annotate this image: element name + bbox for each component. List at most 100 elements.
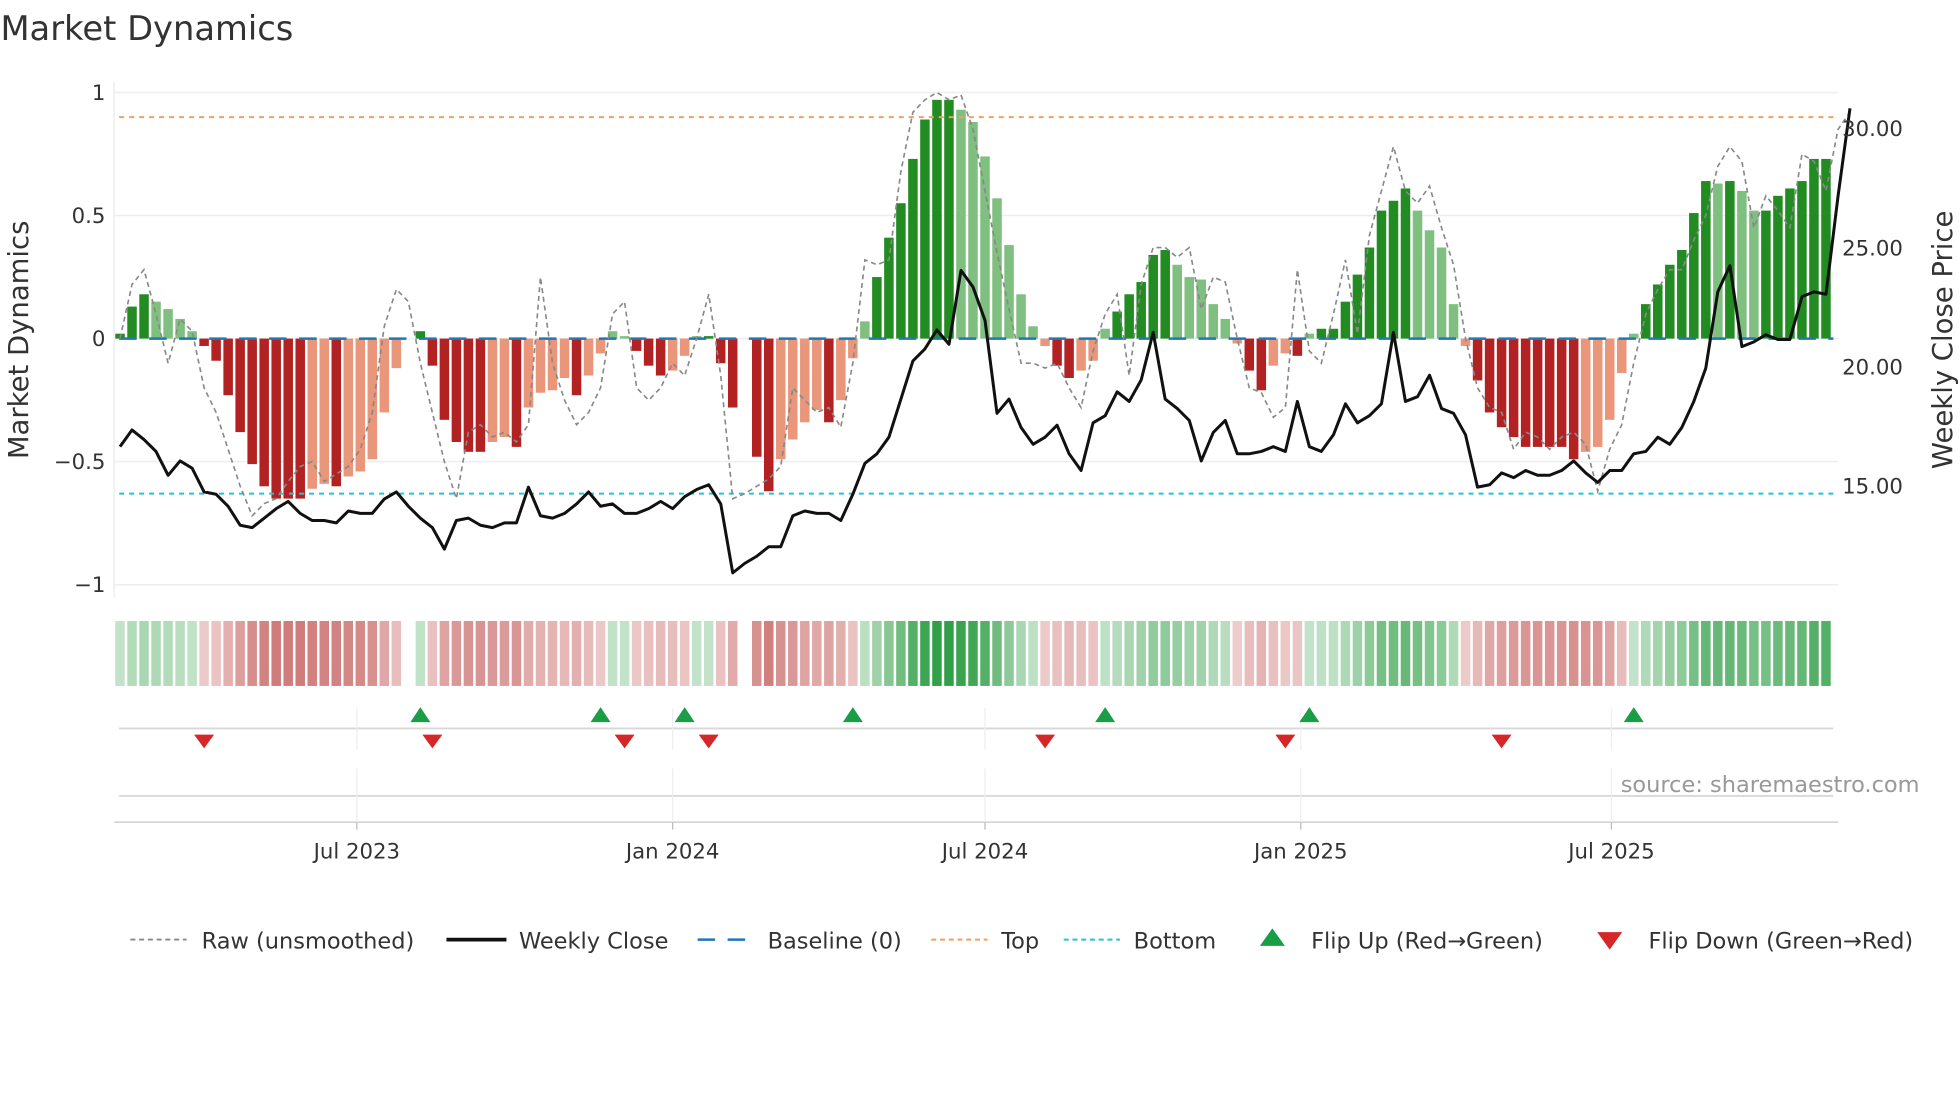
- heat-cell: [1340, 620, 1351, 686]
- bar-negative: [1484, 338, 1495, 413]
- bar-negative: [211, 338, 221, 361]
- bar-positive: [1100, 328, 1110, 339]
- bar-positive: [908, 158, 918, 339]
- bar-positive: [896, 203, 906, 339]
- left-tick-label: 0.5: [72, 204, 106, 229]
- heat-cell: [1821, 620, 1831, 686]
- heat-cell: [1232, 620, 1243, 686]
- heat-cell: [1328, 620, 1339, 686]
- bar-negative: [343, 338, 354, 477]
- bar-negative: [824, 338, 834, 423]
- heat-cell: [1484, 620, 1495, 686]
- bar-negative: [595, 338, 606, 354]
- bar-positive: [860, 321, 870, 339]
- legend-label: Top: [1000, 928, 1039, 954]
- flip-up-marker: [1299, 707, 1320, 723]
- heat-cell: [1592, 620, 1603, 686]
- heat-cell: [1665, 620, 1675, 686]
- tick-labels: 1 0.5 0 −0.5 −1 30.00 25.00 20.00 15.00 Jul 2023 J…: [54, 81, 1903, 864]
- bars: [115, 99, 1831, 499]
- heat-cell: [1616, 620, 1627, 686]
- heat-cell: [1641, 620, 1651, 686]
- heat-cell: [1568, 620, 1579, 686]
- heat-cell: [751, 620, 762, 686]
- right-axis-label: Weekly Close Price: [1927, 211, 1959, 469]
- heat-cell: [992, 620, 1002, 686]
- heat-cell: [1052, 620, 1062, 686]
- heat-cell: [1785, 620, 1795, 686]
- heat-cell: [1220, 620, 1231, 686]
- heat-cell: [1256, 620, 1267, 686]
- heat-cell: [1677, 620, 1687, 686]
- legend-flip-down-icon: [1597, 932, 1623, 950]
- heat-cell: [535, 620, 546, 686]
- bar-negative: [355, 338, 366, 472]
- heat-cell: [283, 620, 293, 686]
- bar-negative: [655, 338, 666, 376]
- bar-positive: [1797, 181, 1807, 339]
- heat-cell: [1508, 620, 1519, 686]
- legend-label: Flip Down (Green→Red): [1648, 928, 1913, 954]
- heat-cell: [1292, 620, 1303, 686]
- heat-cell: [908, 620, 918, 686]
- flip-down-marker: [422, 734, 443, 749]
- heat-cell: [331, 620, 342, 686]
- legend: Raw (unsmoothed) Weekly Close Baseline (0)…: [130, 928, 1913, 954]
- right-tick-label: 30.00: [1842, 117, 1903, 142]
- heat-cell: [1268, 620, 1279, 686]
- heat-cell: [824, 620, 834, 686]
- heat-cell: [836, 620, 846, 686]
- heat-cell: [1713, 620, 1723, 686]
- heat-cell: [1797, 620, 1807, 686]
- bar-positive: [1148, 254, 1158, 339]
- right-tick-label: 20.00: [1842, 355, 1903, 380]
- bar-negative: [235, 338, 245, 433]
- heat-cell: [259, 620, 269, 686]
- bar-positive: [1016, 294, 1026, 339]
- bar-positive: [1653, 284, 1663, 339]
- heat-cell: [379, 620, 390, 686]
- bar-positive: [1809, 158, 1819, 339]
- left-axis-label: Market Dynamics: [3, 221, 35, 460]
- bar-negative: [1520, 338, 1531, 447]
- heat-cell: [475, 620, 486, 686]
- bar-negative: [836, 338, 846, 401]
- heat-cell: [163, 620, 173, 686]
- flip-up-marker: [1095, 707, 1116, 723]
- bar-positive: [163, 309, 173, 339]
- heat-cell: [523, 620, 534, 686]
- bar-negative: [1532, 338, 1543, 447]
- left-tick-label: −1: [74, 573, 105, 598]
- bar-positive: [1376, 210, 1387, 339]
- bar-negative: [1556, 338, 1567, 447]
- heat-cell: [1749, 620, 1759, 686]
- heat-cell: [595, 620, 606, 686]
- heat-cell: [1184, 620, 1194, 686]
- heat-cell: [187, 620, 197, 686]
- heat-cell: [1532, 620, 1543, 686]
- heat-cell: [1160, 620, 1170, 686]
- bar-negative: [1268, 338, 1279, 366]
- bar-positive: [619, 336, 630, 339]
- bar-negative: [199, 338, 209, 346]
- heat-cell: [1544, 620, 1555, 686]
- heat-cell: [944, 620, 954, 686]
- heat-cell: [691, 620, 702, 686]
- heat-cell: [884, 620, 894, 686]
- bar-negative: [583, 338, 594, 376]
- heat-cell: [1352, 620, 1363, 686]
- heat-cell: [1112, 620, 1122, 686]
- flip-up-marker: [410, 707, 431, 723]
- bar-negative: [259, 338, 269, 487]
- heat-cell: [1148, 620, 1158, 686]
- bar-positive: [1220, 318, 1231, 339]
- heat-cell: [1761, 620, 1771, 686]
- legend-flip-up-icon: [1259, 928, 1285, 946]
- bar-negative: [1568, 338, 1579, 460]
- heat-cell: [1124, 620, 1134, 686]
- bar-negative: [776, 338, 786, 460]
- bar-negative: [679, 338, 690, 356]
- bar-negative: [1592, 338, 1603, 447]
- heat-cell: [896, 620, 906, 686]
- bar-positive: [884, 237, 894, 339]
